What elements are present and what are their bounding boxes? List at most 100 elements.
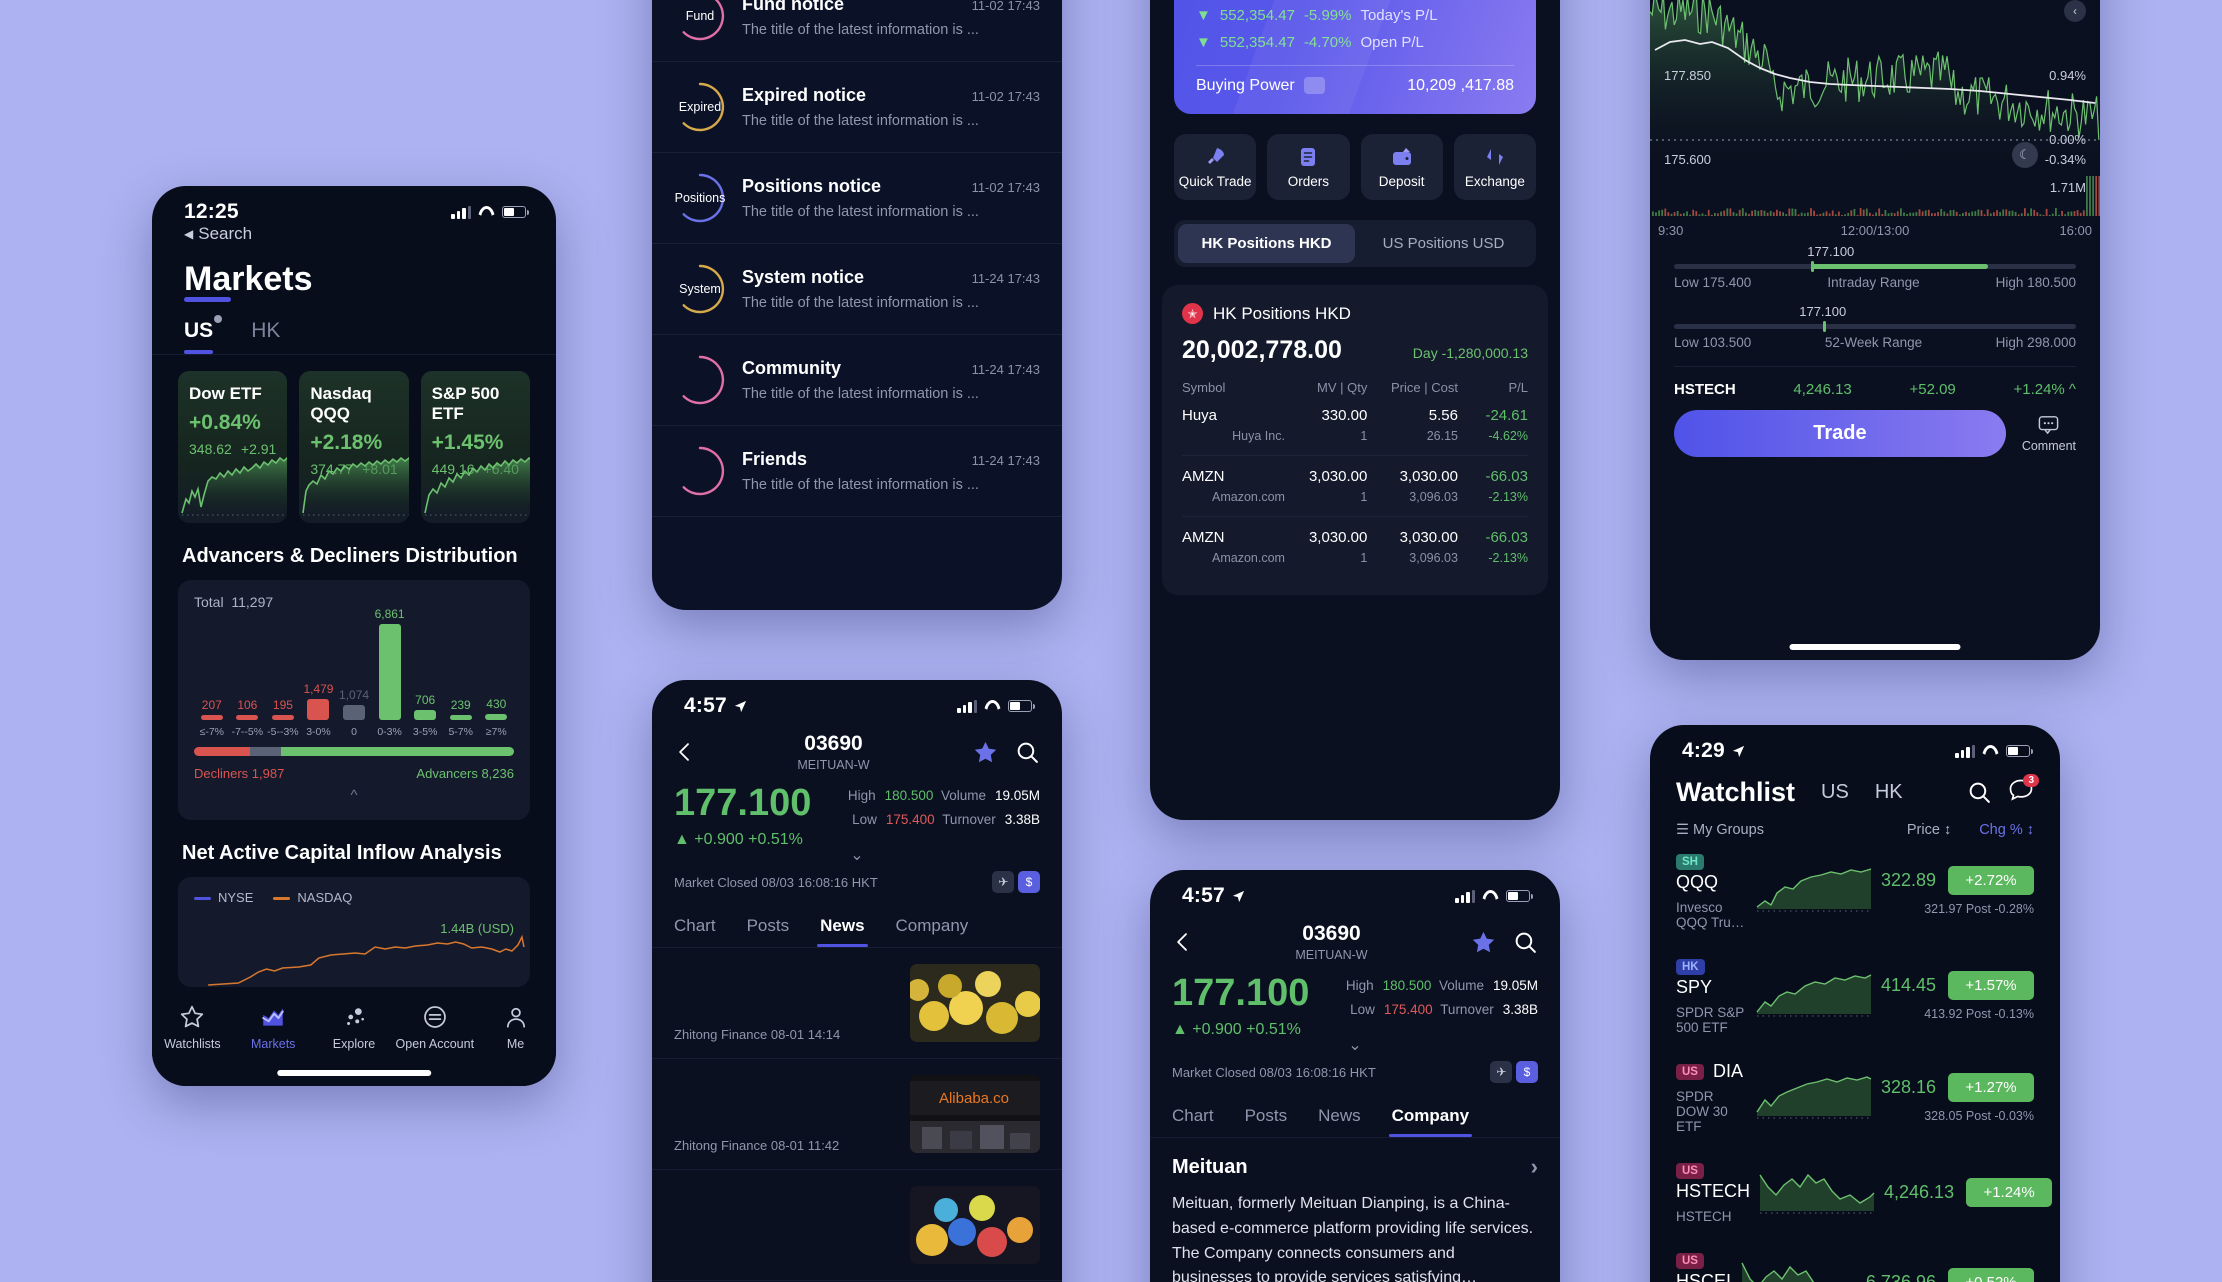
groups-menu[interactable]: ☰ My Groups: [1676, 822, 1764, 838]
watchlist-row[interactable]: HKSPY SPDR S&P 500 ETF 414.45 +1.57% 413.92 …: [1650, 943, 2060, 1048]
quotes-icon[interactable]: ✈: [1490, 1061, 1513, 1084]
comment-button[interactable]: Comment: [2022, 415, 2076, 453]
position-row[interactable]: AMZN Amazon.com 3,030.00 1 3,030.00 3,096.03-…: [1182, 456, 1528, 517]
legend-nasdaq: NASDAQ: [273, 890, 352, 905]
watch-price-row: 4,246.13 +1.24%: [1884, 1177, 2053, 1207]
page-title: Markets: [152, 244, 345, 302]
dollar-icon[interactable]: $: [1516, 1061, 1538, 1084]
total-value: 11,297: [231, 594, 274, 610]
tab-posts[interactable]: Posts: [1245, 1094, 1288, 1137]
quotes-icon[interactable]: ✈: [992, 871, 1015, 894]
night-mode-icon[interactable]: ☾: [2012, 142, 2038, 168]
intraday-chart[interactable]: 180.100 177.850 175.600 2.21% 0.94% 0.00…: [1650, 0, 2100, 240]
sort-price[interactable]: Price ↕: [1907, 822, 1951, 838]
tab-company[interactable]: Company: [896, 904, 969, 947]
quick-trade-button[interactable]: Quick Trade: [1174, 134, 1257, 200]
positions-day: Day -1,280,000.13: [1412, 345, 1528, 361]
tab-company[interactable]: Company: [1388, 1094, 1473, 1138]
watch-symbol: HKSPY: [1676, 959, 1713, 997]
search-icon[interactable]: [1967, 780, 1992, 805]
comment-icon: [2039, 415, 2059, 434]
notice-row[interactable]: Fund Fund notice 11-02 17:43 The title of t…: [652, 0, 1062, 62]
news-list-item[interactable]: Zhitong Finance 08-01 11:42 Alibaba.co: [652, 1059, 1062, 1171]
search-icon[interactable]: [1015, 740, 1040, 765]
notice-top: System notice 11-24 17:43: [742, 267, 1040, 288]
news-image-icon: [910, 964, 1040, 1043]
watch-sparkline: [1755, 1070, 1873, 1125]
tab-watchlists[interactable]: Watchlists: [152, 1004, 233, 1086]
notice-tag: Fund: [685, 9, 715, 23]
tab-chart[interactable]: Chart: [674, 904, 716, 947]
adv-dec-title: Advancers & Decliners Distribution: [182, 545, 518, 567]
notice-row[interactable]: Expired Expired notice 11-02 17:43 The titl…: [652, 62, 1062, 153]
bar-label: 0: [351, 726, 357, 738]
tab-us[interactable]: US: [184, 315, 223, 354]
trade-button[interactable]: Trade: [1674, 410, 2006, 457]
position-row[interactable]: AMZN Amazon.com 3,030.00 1 3,030.00 3,096.03-…: [1182, 517, 1528, 577]
bar-column: 430 ≥7%: [479, 697, 515, 738]
favorite-star-icon[interactable]: [972, 739, 999, 766]
watchlist-row[interactable]: USHSTECH HSTECH 4,246.13 +1.24%: [1650, 1147, 2060, 1237]
index-summary-row[interactable]: HSTECH 4,246.13 +52.09 +1.24% ^: [1650, 367, 2100, 398]
sparkline-icon: [1756, 974, 1872, 1017]
bar-column: 1,479 3-0%: [301, 682, 337, 738]
index-card[interactable]: Dow ETF +0.84% 348.62 +2.91: [178, 371, 288, 523]
orders-button[interactable]: Orders: [1267, 134, 1350, 200]
sparkline-icon: [1756, 1076, 1872, 1119]
back-icon[interactable]: [1172, 929, 1193, 955]
collapse-left-icon[interactable]: ‹: [2064, 0, 2086, 22]
signal-icon: [451, 205, 471, 219]
notice-row[interactable]: Community 11-24 17:43 The title of the lat…: [652, 335, 1062, 426]
account-screen: Net Assets Account Detail 108,000.00 USD…: [1150, 0, 1560, 820]
messages-button[interactable]: 3: [2008, 774, 2039, 807]
watchlist-row[interactable]: USHSCEIHSCEI 6,736.96 +0.52%: [1650, 1237, 2060, 1282]
stock-detail-tabs: Chart Posts News Company: [1150, 1094, 1560, 1139]
search-icon[interactable]: [1513, 930, 1538, 955]
notice-row[interactable]: System System notice 11-24 17:43 The title …: [652, 244, 1062, 335]
down-triangle-icon: ▼: [1196, 7, 1211, 24]
battery-icon: [1506, 890, 1533, 902]
notice-text: System notice 11-24 17:43 The title of the…: [742, 267, 1040, 311]
deposit-button[interactable]: Deposit: [1360, 134, 1443, 200]
position-row[interactable]: Huya Huya Inc. 330.00 1 5.56 26.15 -24.61 -4.62…: [1182, 395, 1528, 456]
tab-me[interactable]: Me: [475, 1004, 556, 1086]
back-icon[interactable]: [674, 739, 695, 765]
exchange-button[interactable]: Exchange: [1453, 134, 1536, 200]
index-card[interactable]: Nasdaq QQQ +2.18% 374.77 +8.01: [299, 371, 409, 523]
tab-posts[interactable]: Posts: [747, 904, 790, 947]
index-card[interactable]: S&P 500 ETF +1.45% 449.16 +6.40: [420, 371, 530, 523]
collapse-chevron-icon[interactable]: ^: [194, 787, 514, 804]
news-list-item[interactable]: [652, 1170, 1062, 1282]
news-list-item[interactable]: Zhitong Finance 08-01 14:14: [652, 948, 1062, 1060]
dollar-icon[interactable]: $: [1018, 871, 1040, 894]
segment-hk-positions[interactable]: HK Positions HKD: [1178, 224, 1355, 263]
segment-us-positions[interactable]: US Positions USD: [1355, 224, 1532, 263]
back-to-search[interactable]: ◀ Search: [152, 224, 556, 244]
watchlist-row[interactable]: SHQQQ Invesco QQQ Tru… 322.89 +2.72% 321.97 …: [1650, 838, 2060, 943]
favorite-star-icon[interactable]: [1470, 929, 1497, 956]
col-price-cost: Price | Cost: [1391, 380, 1458, 395]
stock-header: 03690 MEITUAN-W: [652, 720, 1062, 772]
position-pl: -66.03 -2.13%: [1485, 468, 1528, 504]
notice-desc: The title of the latest information is .…: [742, 477, 979, 493]
buying-power-value: 10,209 ,417.88: [1407, 77, 1514, 94]
watchlist-row[interactable]: US DIA SPDR DOW 30 ETF 328.16 +1.27% 328.05 P…: [1650, 1048, 2060, 1147]
tab-news[interactable]: News: [817, 904, 868, 948]
tab-us[interactable]: US: [1821, 781, 1849, 804]
notice-row[interactable]: Friends 11-24 17:43 The title of the lates…: [652, 426, 1062, 517]
sort-chg[interactable]: Chg % ↕: [1979, 822, 2034, 838]
tab-hk[interactable]: HK: [1875, 781, 1903, 804]
y-axis-mid: 177.850: [1664, 68, 1711, 83]
positions-heading: ✭ HK Positions HKD: [1182, 303, 1528, 324]
page-title-text: Markets: [184, 260, 313, 298]
flow-line-chart: [208, 934, 525, 986]
tab-chart[interactable]: Chart: [1172, 1094, 1214, 1137]
wallet-icon: [1392, 148, 1411, 165]
tab-hk[interactable]: HK: [251, 319, 280, 354]
watch-symbol: USHSCEI: [1676, 1253, 1732, 1282]
position-mv: 330.00 1: [1321, 407, 1368, 443]
y-axis-low: 175.600: [1664, 152, 1711, 167]
company-title-row[interactable]: Meituan ›: [1150, 1138, 1560, 1180]
tab-news[interactable]: News: [1318, 1094, 1361, 1137]
notice-row[interactable]: Positions Positions notice 11-02 17:43 The …: [652, 153, 1062, 244]
